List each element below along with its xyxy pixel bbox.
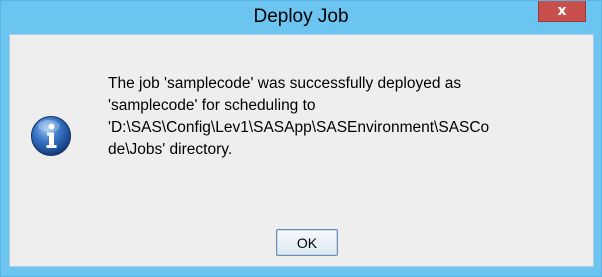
close-button[interactable]: x <box>538 1 586 22</box>
dialog-content: The job 'samplecode' was successfully de… <box>9 34 594 267</box>
deploy-job-dialog: Deploy Job x The job 'samplecode' was su… <box>0 0 602 277</box>
ok-button[interactable]: OK <box>276 229 338 256</box>
info-icon <box>31 116 71 156</box>
title-bar[interactable]: Deploy Job x <box>1 1 601 31</box>
dialog-message: The job 'samplecode' was successfully de… <box>108 75 490 158</box>
dialog-title: Deploy Job <box>253 6 349 27</box>
close-icon: x <box>557 3 567 19</box>
